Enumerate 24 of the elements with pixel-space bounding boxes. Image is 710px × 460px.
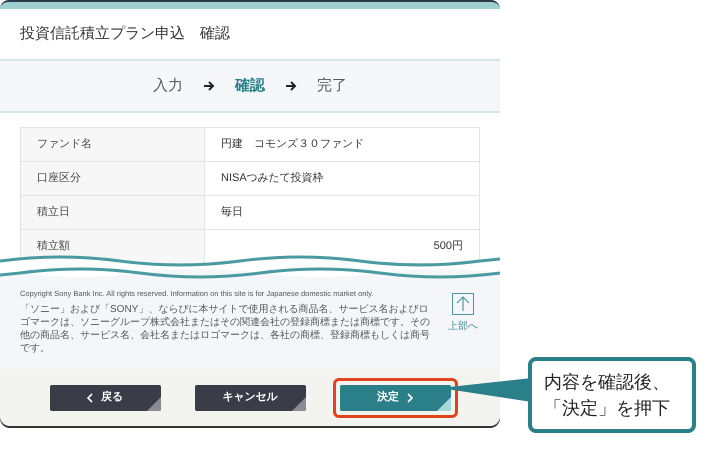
corner-triangle-icon [292, 396, 306, 410]
corner-triangle-icon [146, 396, 160, 410]
callout-text: 内容を確認後、 [544, 371, 671, 394]
step-label: 確認 [235, 76, 265, 96]
row-value: 円建 コモンズ３０ファンド [204, 128, 480, 162]
back-to-top-link[interactable]: 上部へ [448, 319, 478, 334]
corner-triangle-icon [436, 396, 450, 410]
row-value: 毎日 [204, 196, 480, 230]
row-label: ファンド名 [20, 128, 204, 162]
cancel-button[interactable]: キャンセル [194, 384, 306, 410]
row-value: NISAつみたて投資枠 [204, 162, 480, 196]
trademark-notice: 「ソニー」および「SONY」、ならびに本サイトで使用される商品名、サービス名およびロゴマークは、ソニーグループ株式会社またはその関連会社の登録商標または商標です。その他の商品名、サービス名、会社名またはロゴマークは、各社の商標、登録商標もしくは商号です。 [20, 303, 431, 355]
arrow-icon [285, 81, 297, 91]
back-button[interactable]: 戻る [50, 384, 160, 410]
callout-text: 「決定」を押下 [544, 397, 671, 420]
submit-button[interactable]: 決定 [340, 384, 450, 410]
step-label: 完了 [317, 76, 347, 96]
chevron-icon [407, 392, 413, 402]
row-label: 口座区分 [20, 162, 204, 196]
arrow-icon [203, 81, 215, 91]
page-title: 投資信託積立プラン申込 確認 [20, 24, 230, 44]
step-label: 入力 [153, 76, 183, 96]
chevron-icon [87, 392, 93, 402]
row-label: 積立日 [20, 196, 204, 230]
